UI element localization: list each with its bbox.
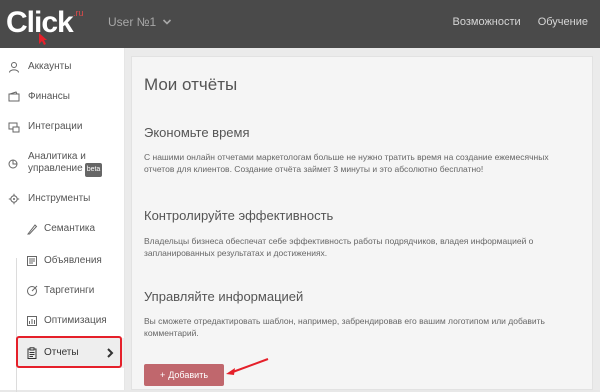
- top-bar: Click .ru User №1 Возможности Обучение: [0, 0, 600, 48]
- section-heading: Экономьте время: [144, 125, 250, 140]
- add-report-button[interactable]: + Добавить: [144, 364, 224, 386]
- nav-features-link[interactable]: Возможности: [453, 14, 521, 30]
- main-content: Мои отчёты Экономьте время С нашими онла…: [125, 48, 600, 390]
- sidebar: Аккаунты Финансы Интеграции Аналитика и …: [0, 48, 125, 392]
- logo[interactable]: Click .ru: [6, 6, 84, 45]
- sidebar-item-label: Отчеты: [44, 347, 79, 358]
- wallet-icon: [8, 91, 20, 103]
- sidebar-item-tools[interactable]: Инструменты: [0, 184, 124, 214]
- analytics-icon: [8, 158, 20, 170]
- sidebar-item-label: Инструменты: [28, 193, 91, 204]
- sidebar-item-optimization[interactable]: Оптимизация: [0, 306, 124, 336]
- reports-card: Мои отчёты Экономьте время С нашими онла…: [131, 56, 593, 390]
- sidebar-item-integrations[interactable]: Интеграции: [0, 112, 124, 142]
- target-icon: [26, 285, 38, 297]
- sidebar-item-label: Аккаунты: [28, 61, 72, 72]
- sidebar-item-label: Интеграции: [28, 121, 83, 132]
- plus-icon: +: [159, 370, 166, 380]
- sidebar-item-reports[interactable]: Отчеты: [18, 338, 124, 368]
- section-text: Вы сможете отредактировать шаблон, напри…: [144, 316, 545, 338]
- top-nav: Возможности Обучение: [453, 14, 588, 30]
- section-heading: Контролируйте эффективность: [144, 208, 334, 223]
- integration-icon: [8, 121, 20, 133]
- sidebar-item-label: Оптимизация: [44, 315, 107, 326]
- sidebar-item-semantics[interactable]: Семантика: [0, 214, 124, 244]
- pointer-arrow: [226, 358, 269, 375]
- section-heading: Управляйте информацией: [144, 289, 304, 304]
- nav-learning-link[interactable]: Обучение: [538, 14, 588, 30]
- gear-icon: [8, 193, 20, 205]
- chevron-down-icon: [163, 19, 172, 25]
- sidebar-item-label: Финансы: [28, 91, 70, 102]
- analytics-label: Аналитика и управление: [28, 151, 86, 174]
- section-text: Владельцы бизнеса обеспечат себе эффекти…: [144, 236, 534, 258]
- user-menu[interactable]: User №1: [108, 14, 172, 30]
- sidebar-item-targeting[interactable]: Таргетинги: [0, 276, 124, 306]
- chevron-right-icon: [107, 348, 114, 358]
- sidebar-item-label: Таргетинги: [44, 285, 95, 296]
- ads-icon: [26, 255, 38, 267]
- beta-badge: beta: [84, 163, 103, 177]
- sidebar-item-label: Объявления: [44, 255, 102, 266]
- sidebar-item-analytics[interactable]: Аналитика и управление beta: [0, 144, 124, 184]
- section-text: С нашими онлайн отчетами маркетологам бо…: [144, 152, 549, 174]
- add-button-label: Добавить: [168, 370, 209, 380]
- sidebar-item-label: Аналитика и управление beta: [28, 151, 108, 177]
- clipboard-icon: [26, 347, 38, 359]
- cursor-icon: [39, 33, 47, 45]
- page-title: Мои отчёты: [144, 75, 238, 94]
- logo-suffix: .ru: [73, 8, 84, 18]
- sidebar-item-accounts[interactable]: Аккаунты: [0, 52, 124, 82]
- semantics-icon: [26, 223, 38, 235]
- sidebar-item-label: Семантика: [44, 223, 96, 234]
- sidebar-item-ads[interactable]: Объявления: [0, 246, 124, 276]
- user-icon: [8, 61, 20, 73]
- sidebar-item-finance[interactable]: Финансы: [0, 82, 124, 112]
- chart-icon: [26, 315, 38, 327]
- user-label: User №1: [108, 15, 157, 29]
